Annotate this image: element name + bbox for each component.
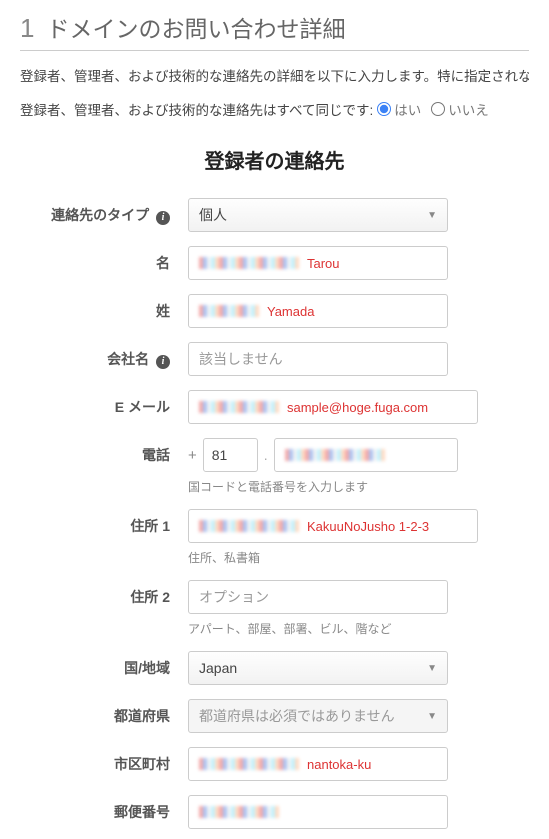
state-placeholder: 都道府県は必須ではありません xyxy=(199,706,395,726)
first-name-input[interactable]: Tarou xyxy=(188,246,448,280)
first-name-label: 名 xyxy=(20,246,170,273)
obscured-text xyxy=(199,257,299,269)
obscured-text xyxy=(285,449,385,461)
radio-yes[interactable] xyxy=(377,102,391,116)
info-icon[interactable]: i xyxy=(156,355,170,369)
last-name-input[interactable]: Yamada xyxy=(188,294,448,328)
company-input[interactable] xyxy=(188,342,448,376)
city-input[interactable]: nantoka-ku xyxy=(188,747,448,781)
radio-no-label[interactable]: いいえ xyxy=(431,99,489,119)
addr1-note: KakuuNoJusho 1-2-3 xyxy=(307,519,429,534)
page-title-row: 1 ドメインのお問い合わせ詳細 xyxy=(20,10,529,51)
dash: . xyxy=(264,447,268,463)
phone-number-input[interactable] xyxy=(274,438,458,472)
country-value: Japan xyxy=(199,660,237,676)
addr2-input[interactable] xyxy=(188,580,448,614)
last-name-label: 姓 xyxy=(20,294,170,321)
addr1-input[interactable]: KakuuNoJusho 1-2-3 xyxy=(188,509,478,543)
country-code-input[interactable]: 81 xyxy=(203,438,258,472)
postal-label: 郵便番号 xyxy=(20,795,170,822)
phone-row: + 81 . xyxy=(188,438,529,472)
phone-hint: 国コードと電話番号を入力します xyxy=(188,478,529,495)
obscured-text xyxy=(199,520,299,532)
same-contacts-label: 登録者、管理者、および技術的な連絡先はすべて同じです: xyxy=(20,99,373,119)
contact-type-value: 個人 xyxy=(199,205,227,225)
addr1-label: 住所 1 xyxy=(20,509,170,536)
radio-no-text: いいえ xyxy=(448,99,489,119)
email-note: sample@hoge.fuga.com xyxy=(287,400,428,415)
country-select[interactable]: Japan ▼ xyxy=(188,651,448,685)
same-contacts-question: 登録者、管理者、および技術的な連絡先はすべて同じです: はい いいえ xyxy=(20,99,529,119)
first-name-note: Tarou xyxy=(307,256,340,271)
same-contacts-radio-group: はい いいえ xyxy=(377,99,489,119)
contact-type-select[interactable]: 個人 ▼ xyxy=(188,198,448,232)
addr1-hint: 住所、私書箱 xyxy=(188,549,529,566)
country-code-value: 81 xyxy=(212,447,228,463)
country-label: 国/地域 xyxy=(20,651,170,678)
radio-yes-text: はい xyxy=(394,99,421,119)
section-title: 登録者の連絡先 xyxy=(20,145,529,174)
state-select[interactable]: 都道府県は必須ではありません ▼ xyxy=(188,699,448,733)
city-note: nantoka-ku xyxy=(307,757,371,772)
last-name-note: Yamada xyxy=(267,304,314,319)
plus-sign: + xyxy=(188,447,197,464)
page-title: ドメインのお問い合わせ詳細 xyxy=(46,10,345,44)
addr2-label: 住所 2 xyxy=(20,580,170,607)
obscured-text xyxy=(199,305,259,317)
company-label: 会社名 i xyxy=(20,342,170,369)
email-label: E メール xyxy=(20,390,170,417)
obscured-text xyxy=(199,806,279,818)
radio-no[interactable] xyxy=(431,102,445,116)
chevron-down-icon: ▼ xyxy=(427,210,437,221)
chevron-down-icon: ▼ xyxy=(427,711,437,722)
chevron-down-icon: ▼ xyxy=(427,663,437,674)
state-label: 都道府県 xyxy=(20,699,170,726)
phone-label: 電話 xyxy=(20,438,170,465)
addr2-hint: アパート、部屋、部署、ビル、階など xyxy=(188,620,529,637)
city-label: 市区町村 xyxy=(20,747,170,774)
obscured-text xyxy=(199,401,279,413)
radio-yes-label[interactable]: はい xyxy=(377,99,421,119)
email-input[interactable]: sample@hoge.fuga.com xyxy=(188,390,478,424)
info-icon[interactable]: i xyxy=(156,211,170,225)
step-number: 1 xyxy=(20,13,34,44)
postal-input[interactable] xyxy=(188,795,448,829)
page-description: 登録者、管理者、および技術的な連絡先の詳細を以下に入力します。特に指定されない xyxy=(20,65,529,85)
obscured-text xyxy=(199,758,299,770)
contact-form: 連絡先のタイプ i 個人 ▼ 名 Tarou 姓 Yamada 会社名 i E … xyxy=(20,198,529,829)
contact-type-label: 連絡先のタイプ i xyxy=(20,198,170,225)
